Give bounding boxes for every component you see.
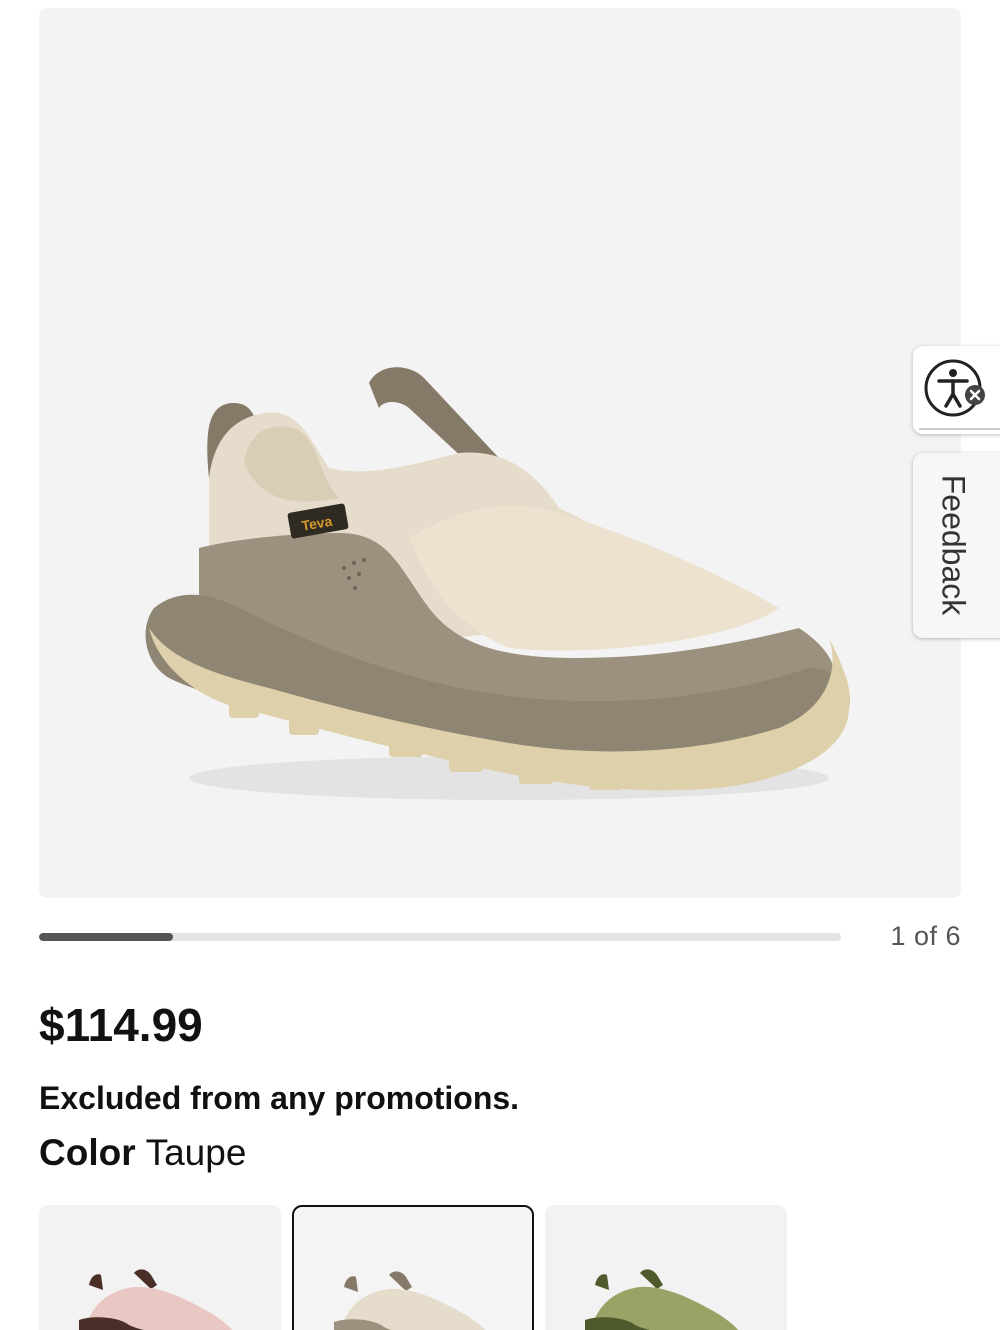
gallery-progress-fill [39, 933, 173, 941]
product-image[interactable]: Teva [39, 8, 961, 898]
swatch-shoe-image [585, 1269, 739, 1330]
color-swatch-taupe[interactable] [292, 1205, 534, 1330]
color-swatch-olive[interactable] [545, 1205, 787, 1330]
product-page: Teva 1 of 6 $114.99 Excluded from any pr… [0, 0, 1000, 1330]
color-value: Taupe [145, 1132, 247, 1173]
selected-color: Color Taupe [39, 1132, 246, 1174]
feedback-button[interactable]: Feedback [913, 453, 1000, 638]
promo-exclusion-note: Excluded from any promotions. [39, 1080, 520, 1116]
accessibility-icon [924, 359, 985, 417]
color-label: Color [39, 1132, 136, 1173]
accessibility-underline [919, 428, 1000, 430]
accessibility-button[interactable] [913, 346, 1000, 434]
color-swatch-pink-brown[interactable] [39, 1205, 281, 1330]
color-swatches [39, 1205, 799, 1330]
slide-counter: 1 of 6 [890, 921, 961, 951]
gallery-progress-track [39, 933, 841, 941]
product-image-gallery[interactable]: Teva [39, 8, 961, 898]
gallery-progress: 1 of 6 [39, 921, 961, 955]
feedback-label: Feedback [935, 474, 972, 616]
product-price: $114.99 [39, 999, 203, 1051]
swatch-shoe-image [79, 1269, 233, 1330]
swatch-shoe-image [334, 1271, 486, 1330]
